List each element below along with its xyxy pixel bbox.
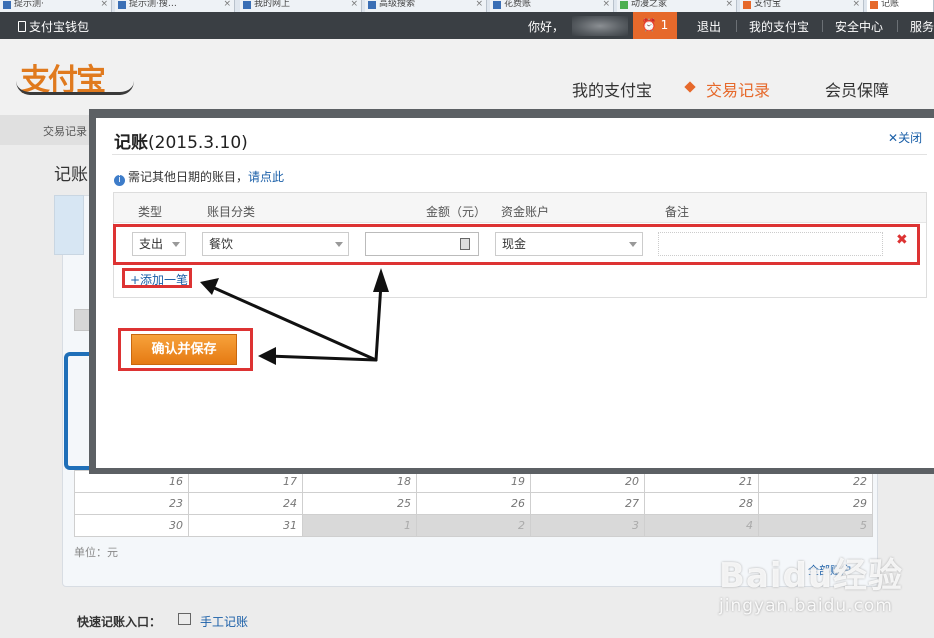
divider <box>897 20 898 32</box>
quick-entry-label: 快速记账入口： <box>77 615 162 629</box>
breadcrumb[interactable]: 交易记录 <box>43 123 87 139</box>
browser-tab[interactable]: 我的网上 × <box>240 0 362 12</box>
page-icon <box>243 1 251 9</box>
calendar-day-next-month[interactable]: 2 <box>416 514 531 537</box>
nav-member-protection[interactable]: 会员保障 <box>825 77 889 101</box>
calendar-grid: 16 17 18 19 20 21 22 23 24 25 26 27 28 2… <box>74 470 873 537</box>
alarm-clock-icon: ⏰ <box>641 18 657 32</box>
browser-tab[interactable]: 花费账 × <box>490 0 614 12</box>
calendar-day[interactable]: 23 <box>74 492 189 515</box>
highlight-box-row <box>113 224 920 265</box>
column-header: 备注 <box>665 205 690 219</box>
divider <box>736 20 737 32</box>
record-dialog: 记账(2015.3.10) ✕关闭 i 需记其他日期的账目，请点此 类型 账目分类… <box>96 118 934 468</box>
close-icon[interactable]: × <box>475 0 483 9</box>
calendar-row: 23 24 25 26 27 28 29 <box>74 492 873 515</box>
alipay-logo[interactable]: 支付宝 <box>16 55 134 99</box>
dialog-title: 记账(2015.3.10) <box>114 133 248 153</box>
nav-my-alipay[interactable]: 我的支付宝 <box>572 77 652 101</box>
column-header: 账目分类 <box>207 205 256 219</box>
close-icon[interactable]: × <box>852 0 860 9</box>
page-icon <box>368 1 376 9</box>
page-icon <box>620 1 628 9</box>
calendar-row: 30 31 1 2 3 4 5 <box>74 514 873 537</box>
page-icon <box>3 1 11 9</box>
close-icon[interactable]: × <box>725 0 733 9</box>
browser-tab[interactable]: 高级搜索 × <box>365 0 487 12</box>
other-date-link[interactable]: 请点此 <box>248 170 284 184</box>
logout-link[interactable]: 退出 <box>697 18 721 35</box>
browser-tab-active[interactable]: 记账 <box>867 0 934 12</box>
page-icon <box>743 1 751 9</box>
browser-tab[interactable]: 支付宝 × <box>740 0 864 12</box>
page-icon <box>870 1 878 9</box>
close-icon[interactable]: × <box>100 0 108 9</box>
security-center-link[interactable]: 安全中心 <box>835 18 883 35</box>
ledger-tab[interactable] <box>54 195 84 255</box>
calendar-day[interactable]: 28 <box>644 492 759 515</box>
divider <box>112 154 927 155</box>
manual-entry-link[interactable]: 手工记账 <box>200 613 248 630</box>
blurred-username <box>572 16 628 36</box>
baidu-jingyan-watermark: Baidu经验 jingyan.baidu.com <box>719 556 904 616</box>
my-alipay-link[interactable]: 我的支付宝 <box>749 18 809 35</box>
wallet-link[interactable]: 支付宝钱包 <box>18 18 89 35</box>
close-icon: ✕ <box>888 131 899 145</box>
greeting: 你好， <box>528 20 565 34</box>
close-icon[interactable]: × <box>223 0 231 9</box>
column-header: 金额（元） <box>426 205 487 219</box>
unit-label: 单位：元 <box>74 546 118 559</box>
browser-tab[interactable]: 提示测· × <box>0 0 112 12</box>
calendar-day[interactable]: 29 <box>758 492 873 515</box>
site-header: 支付宝 我的支付宝 交易记录 会员保障 <box>0 39 934 115</box>
close-icon[interactable]: × <box>602 0 610 9</box>
dialog-date: (2015.3.10) <box>148 133 248 153</box>
logo-swoosh <box>16 81 134 95</box>
page-icon <box>493 1 501 9</box>
column-header: 类型 <box>138 205 163 219</box>
highlight-box-save <box>118 328 253 371</box>
alarm-button[interactable]: ⏰ 1 <box>633 12 677 39</box>
close-button[interactable]: ✕关闭 <box>888 129 922 146</box>
nav-active-dot <box>684 81 696 93</box>
close-icon[interactable]: × <box>350 0 358 9</box>
info-icon: i <box>114 175 125 186</box>
browser-tab-strip: 提示测· × 提示测·搜… × 我的网上 × 高级搜索 × 花费账 × 动漫之家 × 支付宝… <box>0 0 934 12</box>
calendar-day[interactable]: 26 <box>416 492 531 515</box>
ledger-icon <box>178 613 191 625</box>
calendar-day-next-month[interactable]: 3 <box>530 514 645 537</box>
calendar-day-next-month[interactable]: 4 <box>644 514 759 537</box>
divider <box>822 20 823 32</box>
page-icon <box>118 1 126 9</box>
highlight-box-add <box>122 268 192 288</box>
calendar-day[interactable]: 24 <box>188 492 303 515</box>
service-link[interactable]: 服务 <box>910 18 934 35</box>
browser-tab[interactable]: 动漫之家 × <box>617 0 737 12</box>
page-title: 记账 <box>54 165 88 185</box>
calendar-day[interactable]: 30 <box>74 514 189 537</box>
calendar-day-next-month[interactable]: 5 <box>758 514 873 537</box>
record-table-header: 类型 账目分类 金额（元） 资金账户 备注 <box>114 193 926 223</box>
column-header: 资金账户 <box>501 205 550 219</box>
calendar-day[interactable]: 25 <box>302 492 417 515</box>
top-bar: 支付宝钱包 你好， ⏰ 1 退出 我的支付宝 安全中心 服务 <box>0 12 934 39</box>
other-date-hint: i 需记其他日期的账目，请点此 <box>114 168 284 186</box>
calendar-day[interactable]: 31 <box>188 514 303 537</box>
summary-frame <box>64 352 92 470</box>
nav-transactions[interactable]: 交易记录 <box>706 77 770 101</box>
calendar-day-next-month[interactable]: 1 <box>302 514 417 537</box>
browser-tab[interactable]: 提示测·搜… × <box>115 0 235 12</box>
phone-icon <box>18 21 26 32</box>
calendar-day[interactable]: 27 <box>530 492 645 515</box>
